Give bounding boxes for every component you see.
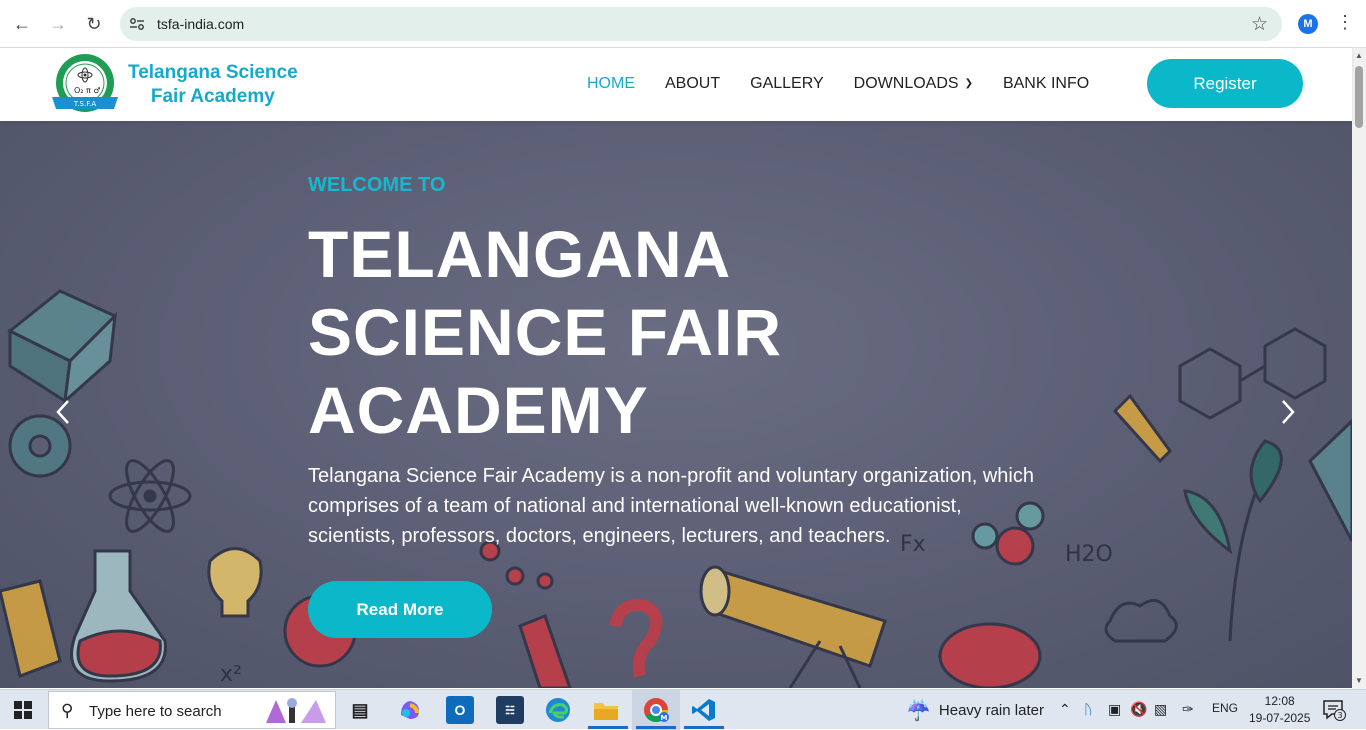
chevron-up-icon[interactable]: ⌃ — [1059, 701, 1071, 718]
nav-home[interactable]: HOME — [587, 75, 635, 93]
headline-line2: SCIENCE FAIR — [308, 295, 783, 369]
chevron-left-icon[interactable] — [55, 399, 71, 433]
search-placeholder[interactable]: Type here to search — [89, 703, 222, 720]
address-bar[interactable]: tsfa-india.com ☆ — [120, 7, 1282, 41]
weather-widget[interactable]: ☔ Heavy rain later — [906, 698, 1044, 723]
taskbar-search[interactable]: ⚲ Type here to search — [48, 691, 336, 729]
chevron-down-icon: ❯ — [964, 78, 973, 89]
nav-downloads[interactable]: DOWNLOADS ❯ — [854, 75, 973, 93]
scroll-thumb[interactable] — [1355, 66, 1363, 128]
bluetooth-icon[interactable]: ᚢ — [1084, 701, 1092, 717]
language-indicator[interactable]: ENG — [1212, 701, 1238, 715]
weather-text: Heavy rain later — [938, 702, 1044, 719]
hero-headline: TELANGANA SCIENCE FAIR ACADEMY — [308, 215, 908, 449]
headline-line3: ACADEMY — [308, 373, 649, 447]
clock[interactable]: 12:08 19-07-2025 — [1249, 693, 1310, 727]
windows-taskbar: ⚲ Type here to search ▤ O ☵ M ☔ Heavy ra… — [0, 689, 1366, 730]
meet-now-icon[interactable]: ▣ — [1108, 701, 1121, 718]
pen-icon[interactable]: ✑ — [1182, 701, 1194, 718]
copilot-icon[interactable] — [396, 696, 424, 724]
page-scrollbar[interactable]: ▲ ▼ — [1352, 48, 1366, 689]
logo-badge-text: T.S.F.A — [73, 100, 96, 108]
nav-downloads-label: DOWNLOADS — [853, 75, 959, 92]
nav-gallery[interactable]: GALLERY — [750, 75, 824, 93]
back-icon[interactable]: ← — [10, 12, 34, 36]
notifications-icon[interactable]: 3 — [1322, 699, 1346, 721]
chrome-icon[interactable]: M — [642, 696, 670, 724]
svg-text:M: M — [661, 714, 668, 722]
main-nav: HOME ABOUT GALLERY DOWNLOADS ❯ BANK INFO — [587, 75, 1119, 93]
academy-logo[interactable]: O₂ π ♂ T.S.F.A — [50, 53, 120, 117]
windows-start-icon[interactable] — [14, 701, 32, 719]
nav-about[interactable]: ABOUT — [665, 75, 720, 93]
search-highlight-icon — [266, 698, 326, 723]
task-view-icon[interactable]: ▤ — [346, 696, 374, 724]
file-explorer-icon[interactable] — [592, 696, 620, 724]
network-icon[interactable]: ▧ — [1154, 701, 1167, 718]
vscode-icon[interactable] — [690, 696, 718, 724]
welcome-text: WELCOME TO — [308, 174, 446, 196]
svg-text:H2O: H2O — [1065, 542, 1113, 567]
nav-bank-info[interactable]: BANK INFO — [1003, 75, 1089, 93]
clock-time: 12:08 — [1264, 694, 1295, 708]
site-info-icon[interactable] — [128, 15, 146, 33]
hero-description: Telangana Science Fair Academy is a non-… — [308, 465, 1034, 547]
edge-icon[interactable] — [544, 696, 572, 724]
chevron-right-icon[interactable] — [1280, 399, 1296, 433]
register-button[interactable]: Register — [1147, 59, 1303, 108]
headline-line1: TELANGANA — [308, 217, 732, 291]
svg-text:O₂ π ♂: O₂ π ♂ — [74, 86, 101, 95]
scroll-down-icon[interactable]: ▼ — [1355, 676, 1363, 685]
rain-umbrella-icon: ☔ — [906, 700, 931, 722]
speaker-muted-icon[interactable]: 🔇 — [1130, 701, 1147, 718]
url-text[interactable]: tsfa-india.com — [157, 16, 244, 32]
svg-text:x²: x² — [220, 662, 242, 687]
browser-menu-icon[interactable]: ⋮ — [1336, 12, 1354, 33]
notification-count: 3 — [1337, 711, 1342, 720]
clock-date: 19-07-2025 — [1249, 711, 1311, 725]
outlook-icon[interactable]: O — [446, 696, 474, 724]
profile-avatar[interactable]: M — [1298, 14, 1318, 34]
brand-line2: Fair Academy — [150, 86, 275, 107]
mysql-workbench-icon[interactable]: ☵ — [496, 696, 524, 724]
read-more-button[interactable]: Read More — [308, 581, 492, 638]
hero-carousel: Fx H2O x² WELCOME TO TELANGANA SCIENCE F… — [0, 121, 1352, 688]
search-icon: ⚲ — [61, 701, 74, 720]
brand-name[interactable]: Telangana Science Fair Academy — [128, 61, 298, 109]
reload-icon[interactable]: ↻ — [82, 12, 106, 36]
forward-icon[interactable]: → — [46, 12, 70, 36]
scroll-up-icon[interactable]: ▲ — [1355, 51, 1363, 60]
browser-toolbar: ← → ↻ tsfa-india.com ☆ M ⋮ — [0, 0, 1366, 48]
brand-line1: Telangana Science — [128, 62, 298, 83]
site-header: O₂ π ♂ T.S.F.A Telangana Science Fair Ac… — [0, 48, 1352, 121]
bookmark-star-icon[interactable]: ☆ — [1251, 13, 1268, 36]
